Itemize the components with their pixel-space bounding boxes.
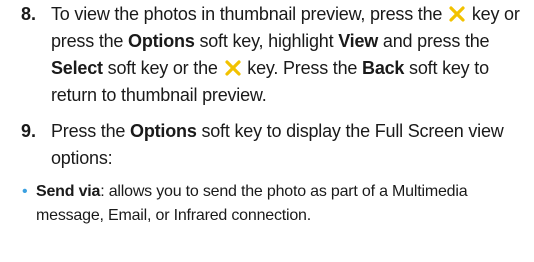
nav-center-key-icon <box>447 4 467 22</box>
nav-center-key-icon <box>223 58 243 76</box>
step-text: Press the Options soft key to display th… <box>51 121 504 168</box>
step-text: To view the photos in thumbnail preview,… <box>51 4 520 105</box>
bullet-text: Send via: allows you to send the photo a… <box>36 183 468 224</box>
manual-page: 8. To view the photos in thumbnail previ… <box>0 0 534 262</box>
bullet-marker: • <box>22 183 28 200</box>
step-number: 9. <box>21 121 37 141</box>
bullet-title: Send via <box>36 183 101 200</box>
step-number: 8. <box>21 4 37 24</box>
